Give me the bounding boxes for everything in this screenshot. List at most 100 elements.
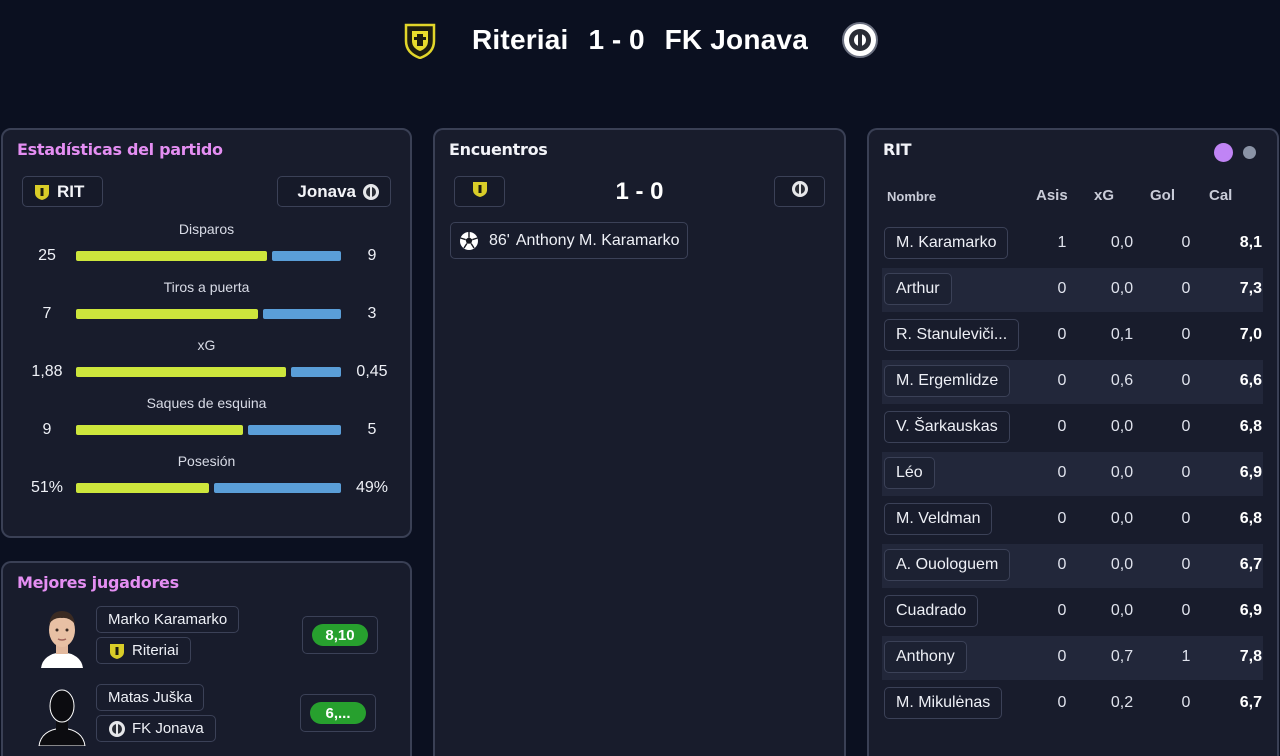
- lineup-title: RIT: [883, 140, 912, 159]
- assists-cell: 0: [1057, 510, 1067, 527]
- stat-bar-home: [76, 251, 267, 261]
- best-player-row[interactable]: Matas Juška FK Jonava 6,...: [3, 684, 410, 754]
- best-players-panel: Mejores jugadores Marko Karamarko Riteri…: [1, 561, 412, 756]
- lineup-panel: RIT Nombre Asis xG Gol Cal M. Karamarko …: [867, 128, 1279, 756]
- stat-row-corners: Saques de esquina 9 5: [3, 395, 410, 445]
- player-club-chip[interactable]: Riteriai: [96, 637, 191, 664]
- rating-cell: 6,8: [1239, 418, 1262, 435]
- stat-label: Saques de esquina: [146, 395, 267, 411]
- stat-bar: [76, 367, 341, 377]
- rating-cell: 7,3: [1239, 280, 1262, 297]
- goals-cell: 0: [1181, 556, 1191, 573]
- rating-cell: 7,0: [1239, 326, 1262, 343]
- lineup-row[interactable]: Léo 0 0,0 0 6,9: [882, 452, 1263, 496]
- stat-away-value: 5: [367, 421, 377, 438]
- stat-bar-home: [76, 425, 243, 435]
- event-minute: 86': [489, 231, 510, 249]
- page-dot-active[interactable]: [1214, 143, 1233, 162]
- stat-bar-away: [272, 251, 341, 261]
- player-name-chip[interactable]: Anthony: [884, 641, 967, 673]
- goals-cell: 0: [1181, 694, 1191, 711]
- player-name-chip[interactable]: M. Ergemlidze: [884, 365, 1011, 397]
- stat-away-value: 3: [367, 305, 377, 322]
- assists-cell: 0: [1057, 326, 1067, 343]
- home-team-chip: RIT: [22, 176, 103, 207]
- assists-cell: 0: [1057, 602, 1067, 619]
- xg-cell: 0,1: [1110, 326, 1134, 343]
- rating-box: 8,10: [302, 616, 378, 654]
- player-name-chip[interactable]: Matas Juška: [96, 684, 205, 711]
- events-title: Encuentros: [449, 140, 548, 159]
- goals-cell: 0: [1181, 372, 1191, 389]
- goals-cell: 0: [1181, 602, 1191, 619]
- player-club-chip[interactable]: FK Jonava: [96, 715, 216, 742]
- player-name-chip[interactable]: Arthur: [884, 273, 952, 305]
- stat-away-value: 49%: [355, 479, 389, 496]
- away-team-chip: Jonava: [277, 176, 391, 207]
- jonava-crest-icon: [840, 20, 880, 60]
- xg-cell: 0,0: [1110, 280, 1134, 297]
- stat-bar-home: [76, 367, 286, 377]
- player-name-chip[interactable]: Cuadrado: [884, 595, 979, 627]
- lineup-row[interactable]: M. Veldman 0 0,0 0 6,8: [882, 498, 1263, 542]
- stat-bar-home: [76, 309, 258, 319]
- match-score: 1 - 0: [588, 24, 645, 55]
- lineup-row[interactable]: Arthur 0 0,0 0 7,3: [882, 268, 1263, 312]
- stat-label: Tiros a puerta: [163, 279, 250, 295]
- rating-cell: 6,9: [1239, 464, 1262, 481]
- away-team-short: Jonava: [297, 181, 356, 201]
- player-name-chip[interactable]: A. Ouologuem: [884, 549, 1011, 581]
- player-name-chip[interactable]: Léo: [884, 457, 935, 489]
- player-photo: [33, 606, 91, 668]
- event-player: Anthony M. Karamarko: [515, 231, 680, 249]
- lineup-row[interactable]: V. Šarkauskas 0 0,0 0 6,8: [882, 406, 1263, 450]
- away-crest-box[interactable]: [774, 176, 825, 207]
- lineup-row[interactable]: A. Ouologuem 0 0,0 0 6,7: [882, 544, 1263, 588]
- player-name-chip[interactable]: M. Karamarko: [884, 227, 1009, 259]
- assists-cell: 0: [1057, 556, 1067, 573]
- xg-cell: 0,6: [1110, 372, 1134, 389]
- goals-cell: 0: [1181, 464, 1191, 481]
- xg-cell: 0,0: [1110, 556, 1134, 573]
- lineup-row[interactable]: M. Karamarko 1 0,0 0 8,1: [882, 222, 1263, 266]
- player-name-chip[interactable]: R. Stanuleviči...: [884, 319, 1020, 351]
- lineup-row[interactable]: R. Stanuleviči... 0 0,1 0 7,0: [882, 314, 1263, 358]
- player-name-chip[interactable]: V. Šarkauskas: [884, 411, 1010, 443]
- player-name-chip[interactable]: M. Mikulėnas: [884, 687, 1003, 719]
- stat-bar: [76, 483, 341, 493]
- xg-cell: 0,2: [1110, 694, 1134, 711]
- away-team-name: FK Jonava: [664, 24, 808, 55]
- rating-badge: 8,10: [312, 624, 368, 646]
- assists-cell: 0: [1057, 418, 1067, 435]
- riteriai-crest-icon: [108, 642, 126, 660]
- player-name-chip[interactable]: M. Veldman: [884, 503, 993, 535]
- page-dot-inactive[interactable]: [1243, 146, 1256, 159]
- stat-label: Disparos: [178, 221, 235, 237]
- riteriai-crest-icon: [400, 20, 440, 60]
- goals-cell: 1: [1181, 648, 1191, 665]
- stat-bar: [76, 425, 341, 435]
- events-panel: Encuentros 1 - 0 86' Anthony M. Karamark…: [433, 128, 846, 756]
- col-header-asis: Asis: [1036, 187, 1068, 204]
- match-stats-panel: Estadísticas del partido RIT Jonava Disp…: [1, 128, 412, 538]
- home-team-abbr: RIT: [57, 181, 85, 201]
- stat-row-possession: Posesión 51% 49%: [3, 453, 410, 503]
- best-player-row[interactable]: Marko Karamarko Riteriai 8,10: [3, 606, 410, 676]
- soccer-ball-icon: [459, 231, 479, 251]
- goal-event[interactable]: 86' Anthony M. Karamarko: [450, 222, 689, 259]
- lineup-row[interactable]: M. Mikulėnas 0 0,2 0 6,7: [882, 682, 1263, 726]
- stat-label: xG: [197, 337, 216, 353]
- rating-cell: 6,6: [1239, 372, 1262, 389]
- lineup-row[interactable]: M. Ergemlidze 0 0,6 0 6,6: [882, 360, 1263, 404]
- lineup-row[interactable]: Anthony 0 0,7 1 7,8: [882, 636, 1263, 680]
- rating-cell: 6,7: [1239, 556, 1262, 573]
- col-header-cal: Cal: [1209, 187, 1233, 204]
- lineup-row[interactable]: Cuadrado 0 0,0 0 6,9: [882, 590, 1263, 634]
- goals-cell: 0: [1181, 326, 1191, 343]
- assists-cell: 0: [1057, 648, 1067, 665]
- stat-away-value: 0,45: [356, 363, 388, 380]
- player-name-chip[interactable]: Marko Karamarko: [96, 606, 240, 633]
- player-club: Riteriai: [132, 642, 179, 659]
- player-club: FK Jonava: [132, 720, 204, 737]
- col-header-gol: Gol: [1150, 187, 1175, 204]
